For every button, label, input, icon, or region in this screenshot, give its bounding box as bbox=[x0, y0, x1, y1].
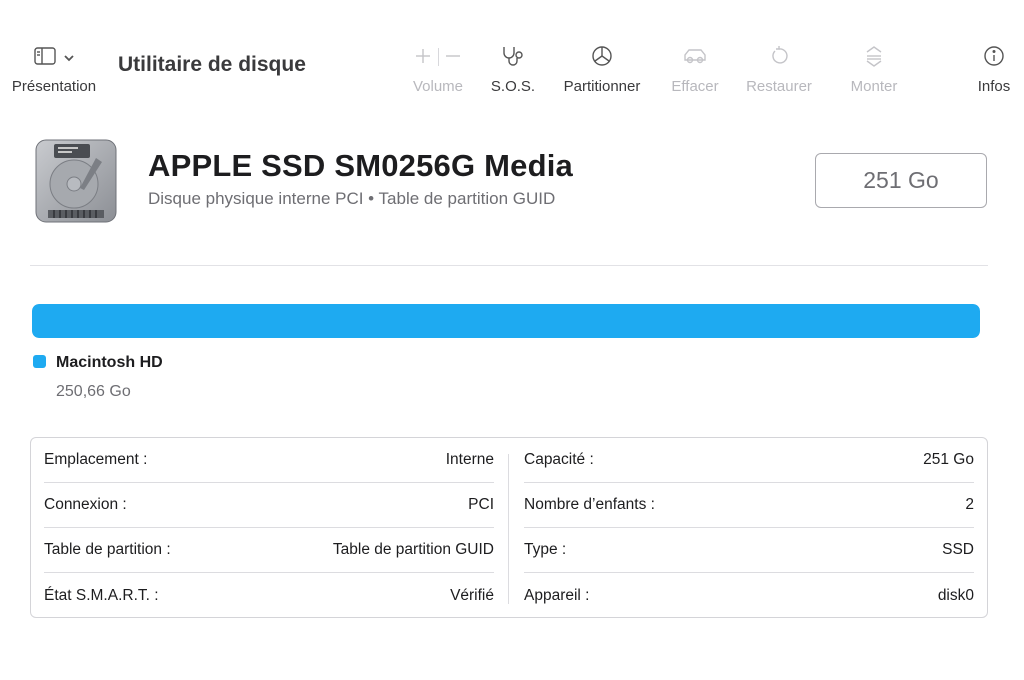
info-value: PCI bbox=[468, 496, 494, 513]
volume-separator bbox=[438, 48, 439, 66]
info-row-connection: Connexion : PCI bbox=[44, 483, 494, 528]
info-value: Vérifié bbox=[450, 586, 494, 604]
disk-title: APPLE SSD SM0256G Media bbox=[148, 148, 573, 183]
info-value: Interne bbox=[445, 451, 494, 468]
info-value: disk0 bbox=[937, 586, 974, 604]
divider bbox=[30, 265, 988, 266]
hard-drive-icon bbox=[34, 138, 118, 224]
info-row-children-count: Nombre d’enfants : 2 bbox=[524, 483, 974, 528]
info-label: Appareil : bbox=[524, 586, 590, 604]
info-label: État S.M.A.R.T. : bbox=[44, 586, 159, 604]
partition-button[interactable]: Partitionner bbox=[554, 44, 650, 95]
info-label: Type : bbox=[524, 541, 567, 558]
erase-button[interactable]: Effacer bbox=[664, 44, 726, 95]
column-divider bbox=[508, 454, 509, 604]
volume-name: Macintosh HD bbox=[56, 354, 163, 371]
chevron-down-icon bbox=[64, 49, 74, 67]
volume-label: Volume bbox=[412, 78, 464, 95]
info-button[interactable]: Infos bbox=[970, 44, 1018, 95]
partition-label: Partitionner bbox=[563, 78, 641, 95]
info-column-left: Emplacement : Interne Connexion : PCI Tabl… bbox=[44, 438, 494, 618]
info-row-capacity: Capacité : 251 Go bbox=[524, 438, 974, 483]
usage-bar bbox=[32, 304, 980, 338]
info-label: Nombre d’enfants : bbox=[524, 496, 655, 513]
info-column-right: Capacité : 251 Go Nombre d’enfants : 2 Typ… bbox=[524, 438, 974, 618]
minus-icon[interactable] bbox=[445, 48, 461, 69]
info-table: Emplacement : Interne Connexion : PCI Tabl… bbox=[30, 437, 988, 618]
presentation-label: Présentation bbox=[11, 78, 97, 95]
sos-button[interactable]: S.O.S. bbox=[485, 44, 541, 95]
info-row-partition-table: Table de partition : Table de partition G… bbox=[44, 528, 494, 573]
info-label: Infos bbox=[977, 78, 1011, 95]
info-row-location: Emplacement : Interne bbox=[44, 438, 494, 483]
info-row-device: Appareil : disk0 bbox=[524, 573, 974, 618]
mount-label: Monter bbox=[850, 78, 898, 95]
stethoscope-icon bbox=[501, 45, 525, 72]
presentation-button[interactable]: Présentation bbox=[4, 44, 104, 95]
info-value: Table de partition GUID bbox=[332, 541, 494, 558]
app-title: Utilitaire de disque bbox=[118, 53, 306, 76]
restore-button[interactable]: Restaurer bbox=[740, 44, 818, 95]
volume-size: 250,66 Go bbox=[56, 383, 131, 400]
mount-button[interactable]: Monter bbox=[842, 44, 906, 95]
info-value: SSD bbox=[942, 541, 974, 558]
capacity-box: 251 Go bbox=[815, 153, 987, 208]
pie-chart-icon bbox=[591, 45, 613, 72]
mount-icon bbox=[864, 45, 884, 72]
restore-label: Restaurer bbox=[746, 78, 812, 95]
info-value: 2 bbox=[965, 496, 974, 513]
info-icon bbox=[983, 45, 1005, 72]
plus-icon[interactable] bbox=[415, 48, 431, 69]
restore-icon bbox=[769, 45, 789, 72]
volume-color-swatch bbox=[33, 355, 46, 368]
sos-label: S.O.S. bbox=[490, 78, 536, 95]
info-label: Connexion : bbox=[44, 496, 127, 513]
info-row-smart-status: État S.M.A.R.T. : Vérifié bbox=[44, 573, 494, 618]
erase-label: Effacer bbox=[671, 78, 719, 95]
disk-subtitle: Disque physique interne PCI • Table de p… bbox=[148, 189, 556, 208]
usage-bar-fill bbox=[32, 304, 980, 338]
info-row-type: Type : SSD bbox=[524, 528, 974, 573]
info-value: 251 Go bbox=[923, 451, 974, 468]
info-label: Emplacement : bbox=[44, 451, 148, 468]
info-label: Table de partition : bbox=[44, 541, 171, 558]
eraser-car-icon bbox=[682, 46, 708, 71]
sidebar-icon bbox=[34, 46, 56, 70]
info-label: Capacité : bbox=[524, 451, 594, 468]
toolbar: Présentation Utilitaire de disque Volume… bbox=[0, 0, 1024, 110]
